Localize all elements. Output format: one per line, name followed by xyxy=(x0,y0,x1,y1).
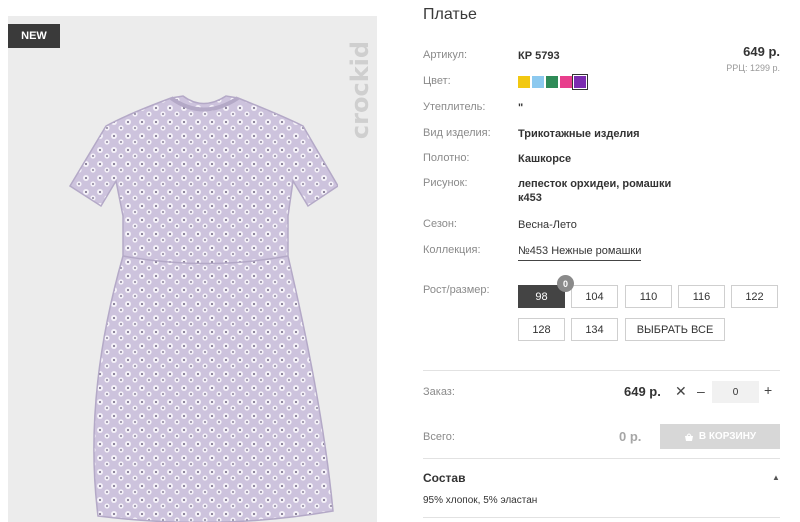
fabric-value: Кашкорсе xyxy=(518,153,572,165)
add-to-cart-button[interactable]: В КОРЗИНУ xyxy=(660,424,780,449)
divider xyxy=(423,458,780,459)
increase-quantity-button[interactable]: + xyxy=(764,382,772,398)
size-label: Рост/размер: xyxy=(423,284,490,296)
color-swatch[interactable] xyxy=(546,76,558,88)
product-price: 649 р. xyxy=(743,44,780,59)
size-button-110[interactable]: 110 xyxy=(625,285,672,308)
rrp-price: РРЦ: 1299 р. xyxy=(726,63,780,73)
article-label: Артикул: xyxy=(423,49,468,61)
fabric-label: Полотно: xyxy=(423,152,470,164)
article-value: КР 5793 xyxy=(518,50,560,62)
order-label: Заказ: xyxy=(423,386,455,398)
cart-icon xyxy=(684,433,693,441)
pattern-value: лепесток орхидеи, ромашки к453 xyxy=(518,178,672,204)
product-photo[interactable] xyxy=(8,16,377,522)
season-value: Весна-Лето xyxy=(518,219,577,231)
dress-image xyxy=(68,95,338,522)
quantity-badge: 0 xyxy=(557,275,574,292)
type-label: Вид изделия: xyxy=(423,127,491,139)
pattern-label: Рисунок: xyxy=(423,177,468,189)
size-button-134[interactable]: 134 xyxy=(571,318,618,341)
size-button-122[interactable]: 122 xyxy=(731,285,778,308)
insulation-value: " xyxy=(518,102,524,114)
color-swatches xyxy=(518,74,588,90)
color-swatch[interactable] xyxy=(560,76,572,88)
clear-order-icon[interactable]: ✕ xyxy=(675,383,687,400)
collection-link[interactable]: №453 Нежные ромашки xyxy=(518,244,642,261)
type-value: Трикотажные изделия xyxy=(518,128,640,140)
color-swatch[interactable] xyxy=(532,76,544,88)
season-label: Сезон: xyxy=(423,218,457,230)
color-swatch[interactable] xyxy=(518,76,530,88)
size-button-116[interactable]: 116 xyxy=(678,285,725,308)
cart-button-label: В КОРЗИНУ xyxy=(698,431,757,442)
total-label: Всего: xyxy=(423,431,455,443)
collapse-caret-icon[interactable]: ▲ xyxy=(772,473,780,482)
insulation-label: Утеплитель: xyxy=(423,101,486,113)
color-swatch-selected[interactable] xyxy=(572,74,588,90)
collection-label: Коллекция: xyxy=(423,244,481,256)
select-all-button[interactable]: ВЫБРАТЬ ВСЕ xyxy=(625,318,725,341)
color-label: Цвет: xyxy=(423,75,451,87)
divider xyxy=(423,370,780,371)
size-button-104[interactable]: 104 xyxy=(571,285,618,308)
decrease-quantity-button[interactable]: – xyxy=(697,383,705,399)
divider xyxy=(423,517,780,518)
order-price: 649 р. xyxy=(624,384,661,399)
new-badge: NEW xyxy=(8,24,60,48)
total-price: 0 р. xyxy=(619,429,642,444)
composition-title[interactable]: Состав xyxy=(423,471,465,485)
size-button-128[interactable]: 128 xyxy=(518,318,565,341)
quantity-input[interactable] xyxy=(712,381,759,403)
product-title: Платье xyxy=(423,6,477,23)
brand-logo: crockid xyxy=(346,40,374,140)
composition-text: 95% хлопок, 5% эластан xyxy=(423,495,538,506)
